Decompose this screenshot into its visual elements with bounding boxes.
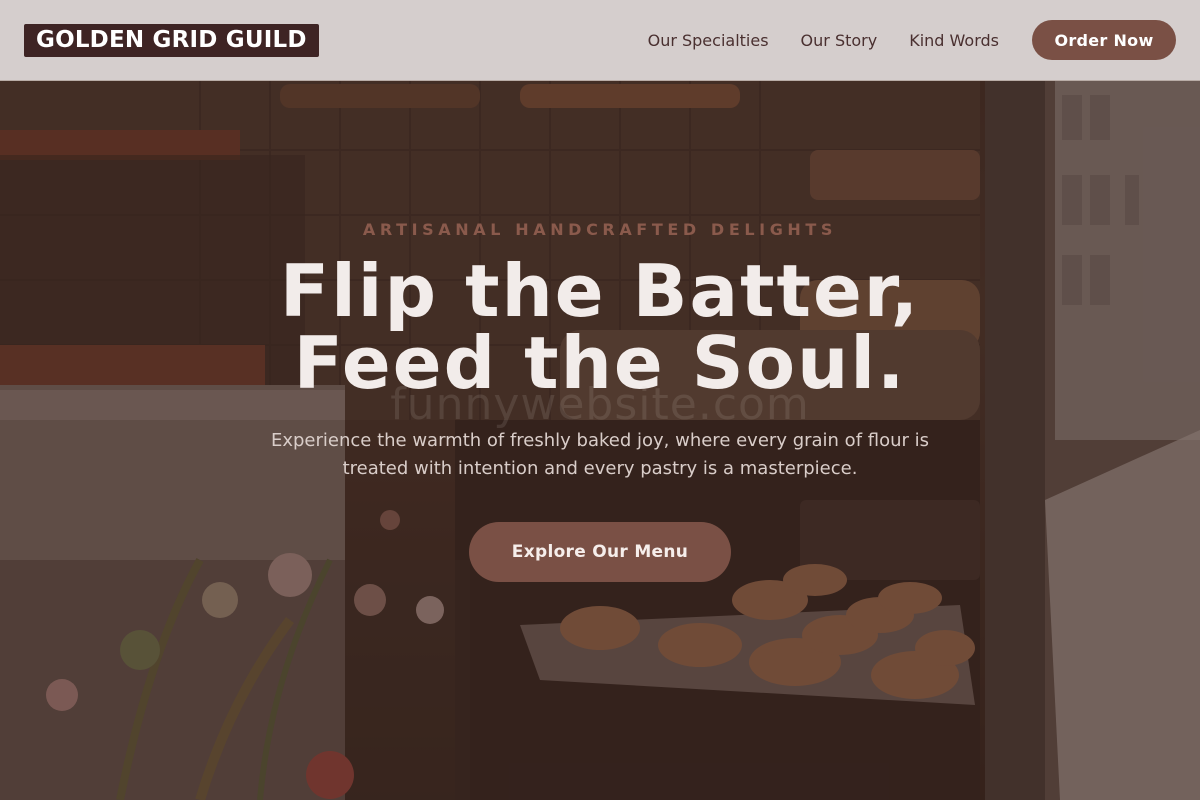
hero-subtitle: Experience the warmth of freshly baked j… — [270, 430, 930, 479]
order-now-button[interactable]: Order Now — [1032, 20, 1176, 60]
nav-link-kind-words[interactable]: Kind Words — [909, 31, 999, 50]
hero-section: ARTISANAL HANDCRAFTED DELIGHTS Flip the … — [0, 81, 1200, 800]
hero-headline: Flip the Batter, Feed the Soul. — [0, 255, 1200, 399]
site-header: GOLDEN GRID GUILD Our Specialties Our St… — [0, 0, 1200, 81]
watermark: funnywebsite.com — [390, 379, 810, 430]
hero-headline-line1: Flip the Batter, — [279, 249, 921, 333]
nav-link-our-specialties[interactable]: Our Specialties — [648, 31, 769, 50]
nav-link-our-story[interactable]: Our Story — [801, 31, 878, 50]
explore-menu-button[interactable]: Explore Our Menu — [469, 522, 731, 582]
main-nav: Our Specialties Our Story Kind Words Ord… — [648, 20, 1176, 60]
brand-logo[interactable]: GOLDEN GRID GUILD — [24, 23, 319, 57]
hero-eyebrow: ARTISANAL HANDCRAFTED DELIGHTS — [362, 220, 838, 239]
